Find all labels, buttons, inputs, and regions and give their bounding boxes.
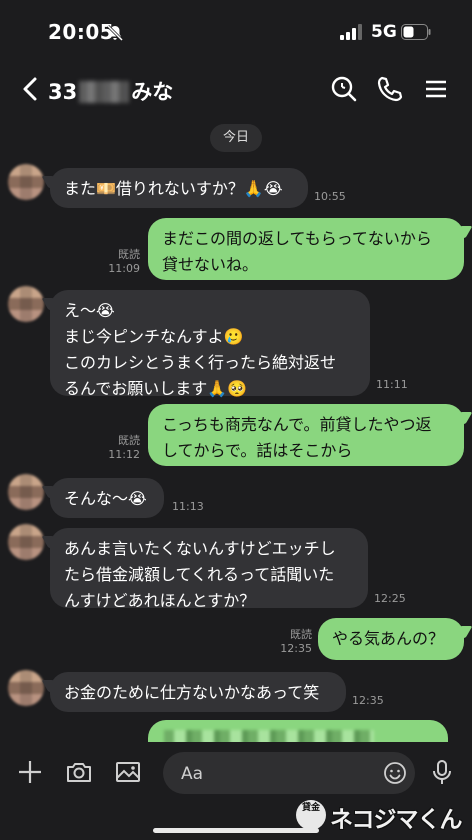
chat-title[interactable]: 33 みな (48, 76, 173, 106)
message-bubble-outgoing[interactable]: こっちも商売なんで。前貸したやつ返 してからで。話はそこから (148, 404, 464, 466)
avatar[interactable] (8, 474, 44, 510)
message-bubble-incoming[interactable]: あんま言いたくないんすけどエッチし たら借金減額してくれるって話聞いた んすけど… (50, 528, 368, 610)
message-time: 11:12 (108, 448, 140, 461)
chat-title-prefix: 33 (48, 80, 78, 104)
message-bubble-outgoing[interactable]: まだこの間の返してもらってないから 貸せないね。 (148, 218, 464, 280)
message-input[interactable] (179, 752, 373, 796)
message-time: 12:35 (352, 694, 384, 707)
message-bubble-incoming[interactable]: また💴借りれないすか？🙏😭 (50, 168, 308, 208)
status-bar: 20:05 5G (0, 0, 472, 62)
mic-icon[interactable] (428, 758, 456, 786)
chat-title-suffix: みな (131, 80, 174, 104)
message-time: 12:35 (280, 642, 312, 655)
watermark-text: ネコジマくん (330, 807, 463, 833)
message-time: 10:55 (314, 190, 346, 203)
message-time: 11:13 (172, 500, 204, 513)
menu-icon[interactable] (422, 75, 450, 103)
network-type: 5G (371, 22, 397, 42)
message-bubble-incoming[interactable]: そんな〜😭 (50, 478, 164, 518)
read-receipt: 既読 (118, 248, 140, 261)
chat-header: 33 みな (0, 62, 472, 116)
camera-icon[interactable] (65, 758, 93, 786)
avatar[interactable] (8, 670, 44, 706)
message-bubble-outgoing[interactable]: やる気あんの？ (318, 618, 464, 660)
blurred-name (79, 81, 130, 103)
message-time: 12:25 (374, 592, 406, 605)
search-icon[interactable] (330, 75, 358, 103)
avatar[interactable] (8, 524, 44, 560)
emoji-icon[interactable] (383, 761, 407, 785)
message-bubble-outgoing-partial[interactable] (148, 720, 448, 744)
watermark-logo: 貸金 ネコジマくん (292, 796, 472, 840)
plus-icon[interactable] (16, 758, 44, 786)
status-time: 20:05 (48, 20, 115, 44)
signal-icon (340, 24, 362, 40)
message-time: 11:11 (376, 378, 408, 391)
message-bubble-incoming[interactable]: え〜😭 まじ今ピンチなんすよ🥲 このカレシとうまく行ったら絶対返せ るんでお願い… (50, 290, 370, 398)
date-divider: 今日 (210, 124, 262, 152)
message-bubble-incoming[interactable]: お金のために仕方ないかなあって笑 (50, 672, 346, 712)
message-input-box[interactable] (163, 752, 415, 796)
message-time: 11:09 (108, 262, 140, 275)
phone-icon[interactable] (376, 75, 404, 103)
watermark-badge: 貸金 (296, 800, 326, 830)
home-indicator (153, 828, 319, 833)
avatar[interactable] (8, 164, 44, 200)
read-receipt: 既読 (290, 628, 312, 641)
chevron-left-icon[interactable] (20, 76, 42, 102)
image-icon[interactable] (114, 758, 142, 786)
avatar[interactable] (8, 286, 44, 322)
read-receipt: 既読 (118, 434, 140, 447)
bell-slash-icon (106, 24, 124, 42)
battery-icon (401, 24, 431, 40)
